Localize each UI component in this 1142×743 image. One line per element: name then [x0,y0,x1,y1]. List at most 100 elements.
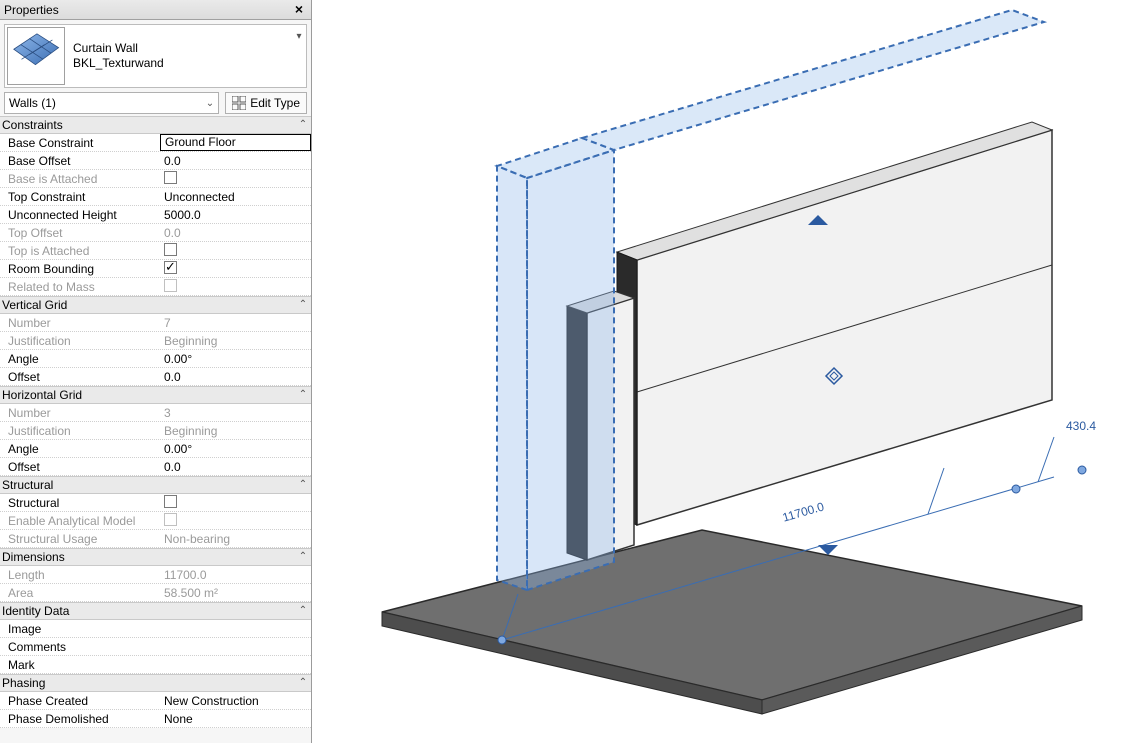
prop-value[interactable]: New Construction [160,694,311,708]
row-unconnected-height[interactable]: Unconnected Height 5000.0 [0,206,311,224]
prop-label: Mark [0,658,160,672]
type-selector[interactable]: Curtain Wall BKL_Texturwand ▾ [4,24,307,88]
prop-check [160,171,311,187]
prop-label: Image [0,622,160,636]
prop-value: Beginning [160,424,311,438]
prop-label: Top is Attached [0,244,160,258]
prop-value: Beginning [160,334,311,348]
row-enable-analytical: Enable Analytical Model [0,512,311,530]
group-constraints[interactable]: Constraints ⌃ [0,116,311,134]
row-comments[interactable]: Comments [0,638,311,656]
prop-label: Phase Demolished [0,712,160,726]
prop-label: Justification [0,334,160,348]
row-vgrid-angle[interactable]: Angle 0.00° [0,350,311,368]
row-related-mass: Related to Mass [0,278,311,296]
selected-wall-side[interactable] [497,166,527,590]
collapse-icon[interactable]: ⌃ [295,548,311,566]
temp-dimension[interactable]: 430.4 [1064,419,1098,433]
row-phase-demolished[interactable]: Phase Demolished None [0,710,311,728]
close-icon[interactable]: × [291,2,307,18]
3d-viewport[interactable]: 11700.0 430.4 [312,0,1142,743]
group-horizontal-grid[interactable]: Horizontal Grid ⌃ [0,386,311,404]
selected-wall-front[interactable] [527,150,614,590]
collapse-icon[interactable]: ⌃ [295,386,311,404]
prop-value[interactable]: 0.0 [160,154,311,168]
row-image[interactable]: Image [0,620,311,638]
prop-value: 0.0 [160,226,311,240]
collapse-icon[interactable]: ⌃ [295,602,311,620]
group-label: Dimensions [2,548,65,566]
row-phase-created[interactable]: Phase Created New Construction [0,692,311,710]
row-structural-usage: Structural Usage Non-bearing [0,530,311,548]
selected-wall-top-long[interactable] [582,10,1044,150]
grip-handle[interactable] [1078,466,1086,474]
row-base-attached: Base is Attached [0,170,311,188]
temp-dim-witness [1038,437,1054,482]
prop-label: Base Constraint [0,136,160,150]
row-room-bounding[interactable]: Room Bounding [0,260,311,278]
group-label: Horizontal Grid [2,386,82,404]
row-top-constraint[interactable]: Top Constraint Unconnected [0,188,311,206]
prop-label: Base is Attached [0,172,160,186]
prop-check [160,279,311,295]
instance-filter-select[interactable]: Walls (1) ⌄ [4,92,219,114]
row-base-offset[interactable]: Base Offset 0.0 [0,152,311,170]
group-label: Structural [2,476,53,494]
collapse-icon[interactable]: ⌃ [295,674,311,692]
prop-value[interactable]: 0.00° [160,352,311,366]
row-area: Area 58.500 m² [0,584,311,602]
prop-check [160,243,311,259]
row-vgrid-offset[interactable]: Offset 0.0 [0,368,311,386]
prop-label: Angle [0,442,160,456]
type-labels: Curtain Wall BKL_Texturwand [67,41,292,71]
grip-handle[interactable] [1012,485,1020,493]
prop-label: Top Constraint [0,190,160,204]
prop-label: Top Offset [0,226,160,240]
edit-type-icon [232,96,246,110]
prop-value[interactable]: Ground Floor [160,134,311,151]
edit-type-button[interactable]: Edit Type [225,92,307,114]
curtain-wall-icon [7,27,65,85]
collapse-icon[interactable]: ⌃ [295,116,311,134]
prop-check[interactable] [160,495,311,511]
prop-label: Number [0,406,160,420]
prop-value: Non-bearing [160,532,311,546]
group-label: Identity Data [2,602,69,620]
prop-value: 58.500 m² [160,586,311,600]
prop-label: Structural [0,496,160,510]
group-phasing[interactable]: Phasing ⌃ [0,674,311,692]
prop-label: Length [0,568,160,582]
collapse-icon[interactable]: ⌃ [295,476,311,494]
row-hgrid-offset[interactable]: Offset 0.0 [0,458,311,476]
type-name: BKL_Texturwand [73,56,292,71]
prop-value[interactable]: 0.0 [160,370,311,384]
row-top-attached: Top is Attached [0,242,311,260]
temp-dim-witness [928,468,944,514]
prop-label: Area [0,586,160,600]
collapse-icon[interactable]: ⌃ [295,296,311,314]
row-base-constraint[interactable]: Base Constraint Ground Floor [0,134,311,152]
group-structural[interactable]: Structural ⌃ [0,476,311,494]
row-mark[interactable]: Mark [0,656,311,674]
group-vertical-grid[interactable]: Vertical Grid ⌃ [0,296,311,314]
prop-label: Justification [0,424,160,438]
chevron-down-icon[interactable]: ▾ [292,31,306,42]
row-hgrid-angle[interactable]: Angle 0.00° [0,440,311,458]
prop-check [160,513,311,529]
prop-label: Related to Mass [0,280,160,294]
group-identity[interactable]: Identity Data ⌃ [0,602,311,620]
prop-value[interactable]: 5000.0 [160,208,311,222]
prop-value[interactable]: None [160,712,311,726]
prop-label: Enable Analytical Model [0,514,160,528]
prop-value: 3 [160,406,311,420]
row-structural[interactable]: Structural [0,494,311,512]
row-top-offset: Top Offset 0.0 [0,224,311,242]
prop-label: Offset [0,460,160,474]
prop-value[interactable]: 0.00° [160,442,311,456]
prop-check[interactable] [160,261,311,277]
group-dimensions[interactable]: Dimensions ⌃ [0,548,311,566]
edit-type-label: Edit Type [250,96,300,110]
grip-handle[interactable] [498,636,506,644]
prop-value[interactable]: 0.0 [160,460,311,474]
prop-value[interactable]: Unconnected [160,190,311,204]
